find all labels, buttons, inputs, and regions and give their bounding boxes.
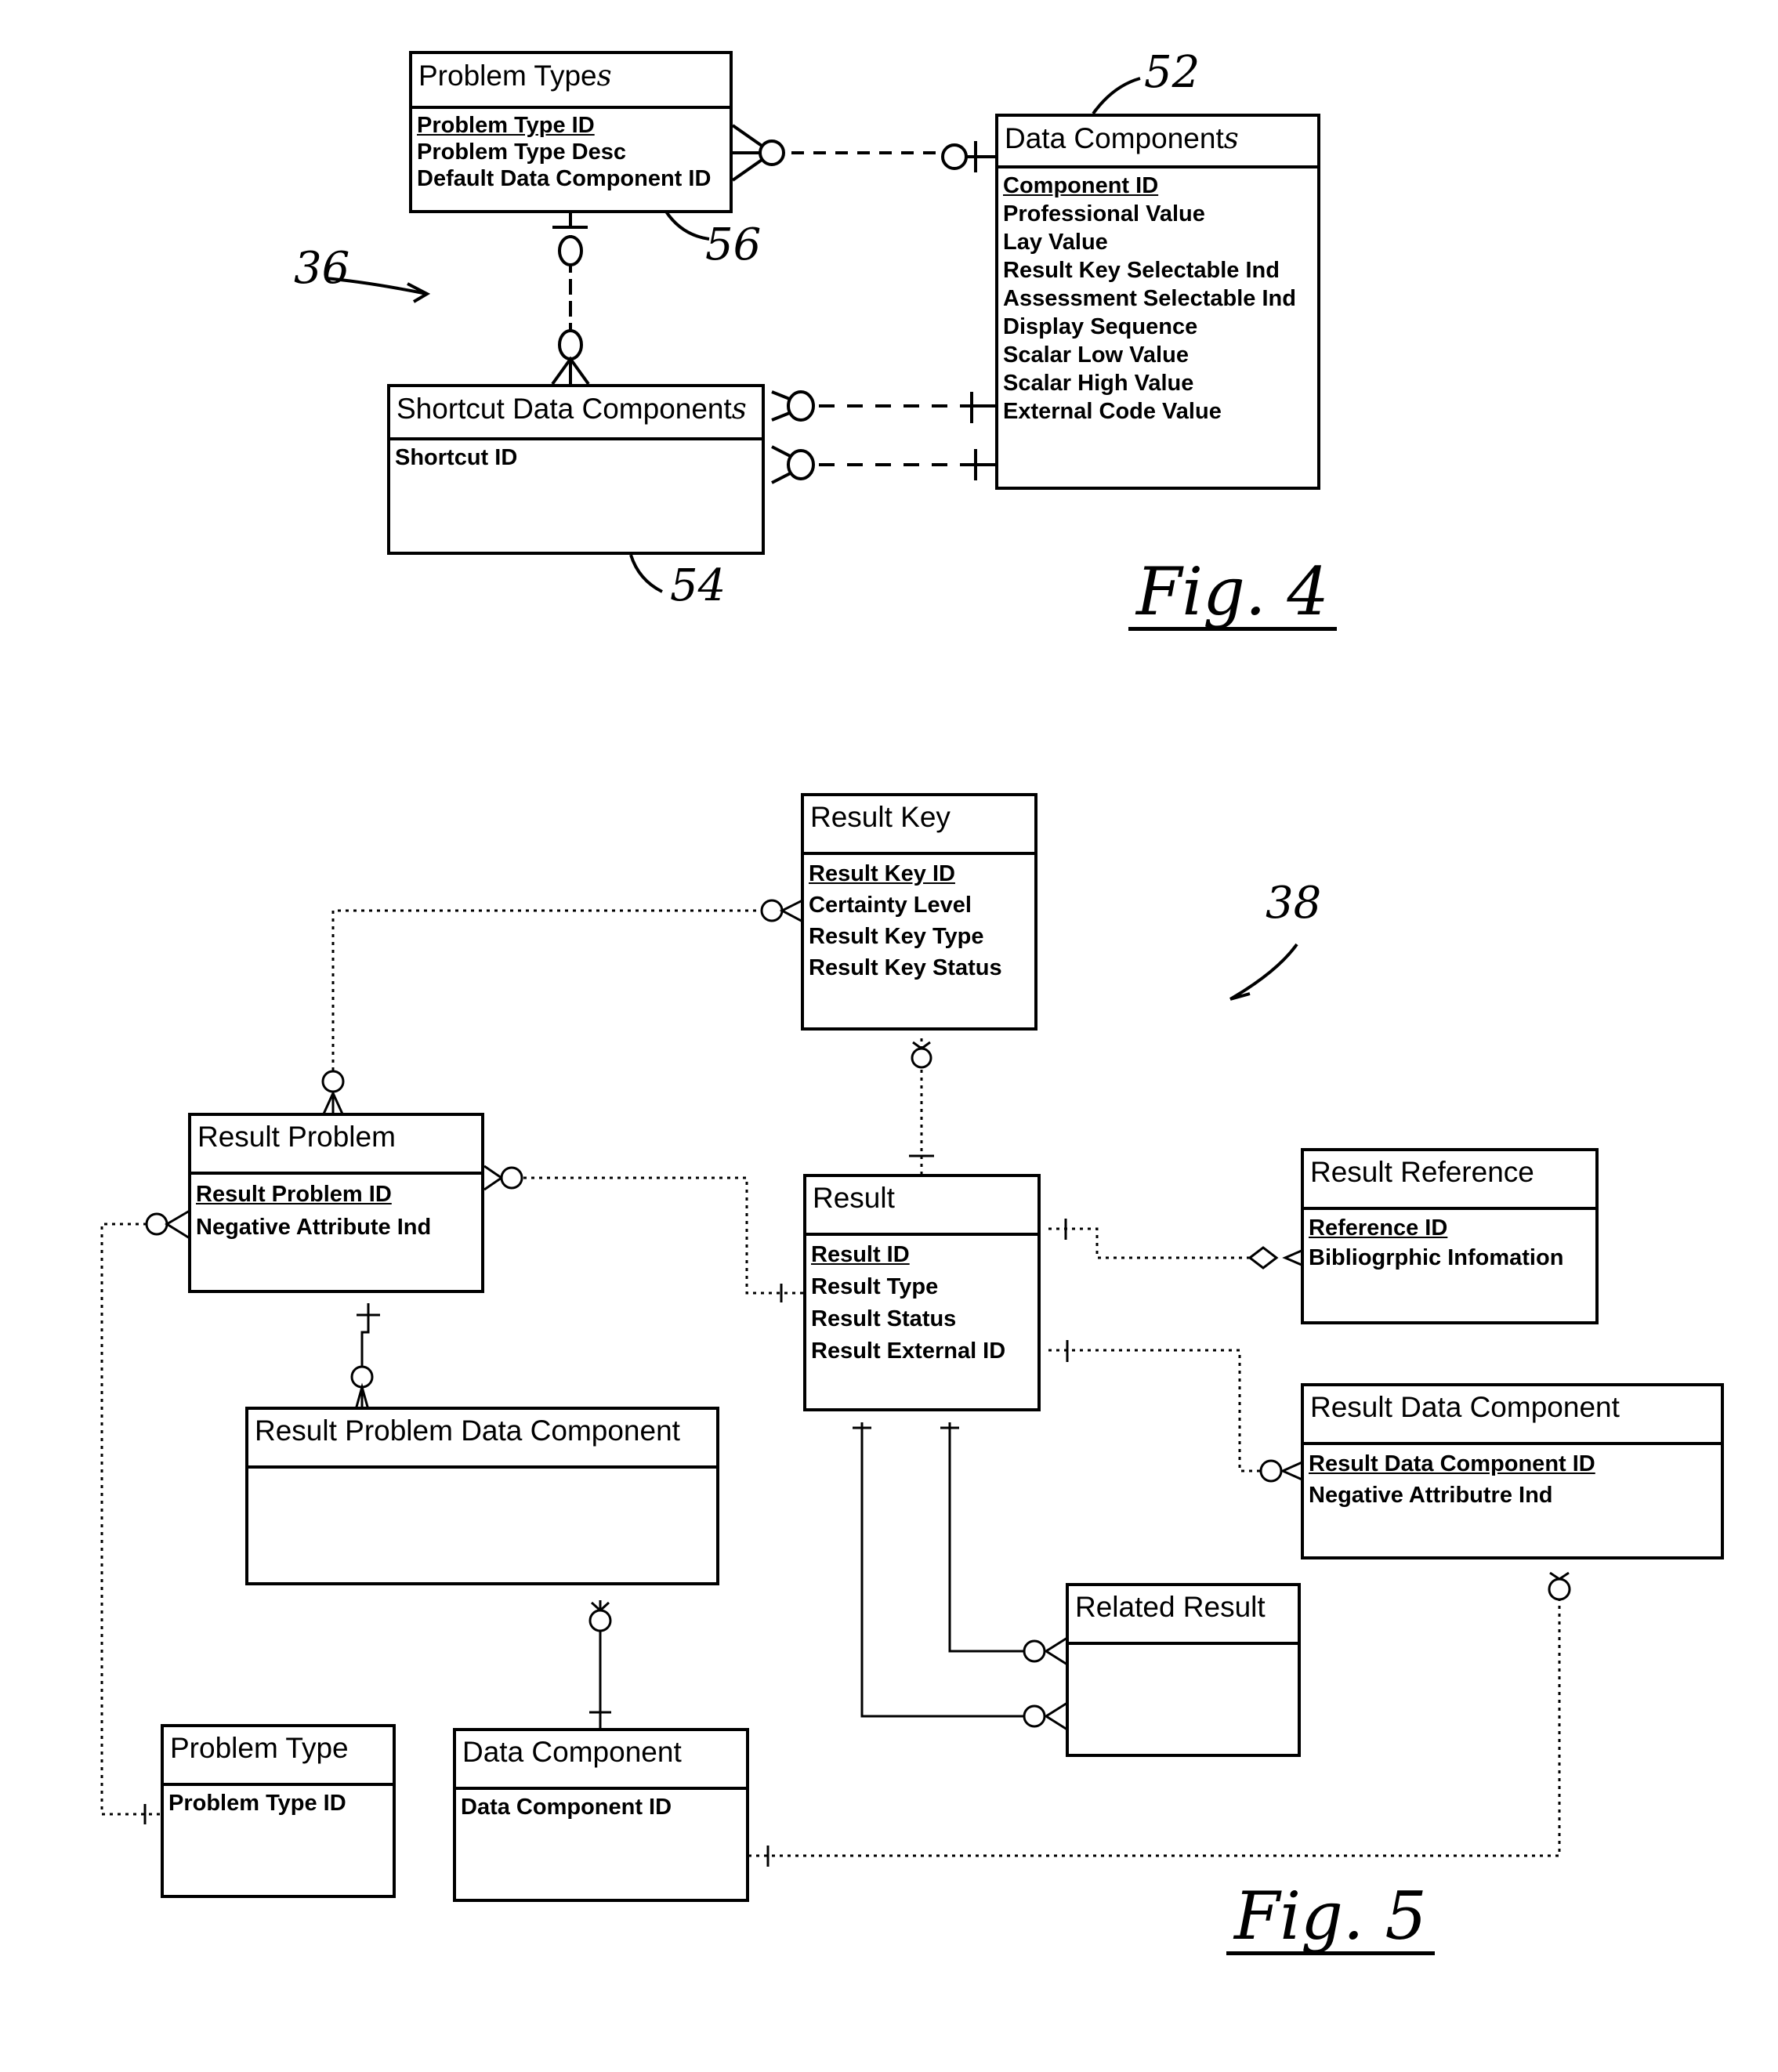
entity-shortcut-data-components: Shortcut Data Components Shortcut ID: [387, 384, 765, 555]
entity-attribute: Negative Attributre Ind: [1309, 1483, 1553, 1508]
entity-attribute-pk: Result Key ID: [809, 861, 955, 886]
optional-circle-icon: [558, 235, 583, 266]
entity-attribute: Lay Value: [1003, 230, 1108, 255]
entity-attribute: Result Key Status: [809, 955, 1002, 980]
entity-title: Result Data Component: [1304, 1386, 1721, 1445]
entity-attribute: Result Key Selectable Ind: [1003, 258, 1280, 283]
entity-attribute: External Code Value: [1003, 399, 1222, 424]
entity-title: Result: [806, 1177, 1037, 1236]
entity-attribute: Bibliogrphic Infomation: [1309, 1245, 1564, 1270]
entity-attribute: Result Type: [811, 1274, 939, 1299]
rel-result-resultreference: [1048, 1227, 1250, 1259]
ref-number-56: 56: [705, 219, 762, 270]
ref-number-38: 38: [1266, 878, 1322, 929]
entity-attribute: Scalar Low Value: [1003, 342, 1189, 368]
entity-title: Problem Type: [164, 1727, 393, 1786]
rel-resultproblem-rpdc: [360, 1303, 370, 1367]
ref-number-52: 52: [1144, 47, 1200, 98]
entity-title: Result Problem Data Component: [248, 1410, 716, 1469]
entity-attribute: Result External ID: [811, 1338, 1006, 1364]
entity-title: Data Components: [998, 117, 1317, 168]
rel-problemtype-resultproblem: [100, 1223, 161, 1816]
entity-title: Result Reference: [1304, 1151, 1595, 1210]
entity-problem-type: Problem Type Problem Type ID: [161, 1724, 396, 1898]
rel-result-relatedresult-2: [948, 1422, 1028, 1653]
rel-result-relatedresult-1: [860, 1422, 1028, 1718]
entity-attribute: Result Key Type: [809, 924, 984, 949]
leader-52: [1092, 77, 1141, 115]
entity-title: Related Result: [1069, 1586, 1298, 1645]
entity-result-problem-data-component: Result Problem Data Component: [245, 1407, 719, 1585]
entity-related-result: Related Result: [1066, 1583, 1301, 1757]
entity-attribute: Professional Value: [1003, 201, 1205, 226]
entity-attribute: Certainty Level: [809, 893, 972, 918]
entity-attribute: Assessment Selectable Ind: [1003, 286, 1296, 311]
entity-result-reference: Result Reference Reference ID Bibliogrph…: [1301, 1148, 1599, 1324]
optional-circle-icon: [787, 449, 815, 480]
leader-54: [629, 554, 663, 593]
figure-label-4: Fig. 4: [1128, 556, 1337, 631]
entity-attribute: Shortcut ID: [395, 445, 518, 470]
entity-attribute: Display Sequence: [1003, 314, 1198, 339]
entity-data-components: Data Components Component ID Professiona…: [995, 114, 1320, 490]
optional-circle-icon: [558, 329, 583, 360]
entity-data-component: Data Component Data Component ID: [453, 1728, 749, 1902]
ref-number-36: 36: [294, 243, 350, 294]
entity-attribute: Problem Type ID: [168, 1791, 346, 1816]
entity-attribute: Problem Type Desc: [417, 139, 627, 165]
entity-attribute-pk: Result Problem ID: [196, 1182, 392, 1207]
entity-attribute-pk: Reference ID: [1309, 1215, 1448, 1241]
entity-result: Result Result ID Result Type Result Stat…: [803, 1174, 1041, 1411]
entity-attribute: Result Status: [811, 1306, 957, 1331]
entity-problem-types: Problem Types Problem Type ID Problem Ty…: [409, 51, 733, 213]
optional-circle-icon: [787, 390, 815, 422]
entity-attribute-pk: Result Data Component ID: [1309, 1451, 1595, 1476]
entity-attribute: Negative Attribute Ind: [196, 1215, 432, 1240]
figure-label-5: Fig. 5: [1226, 1881, 1435, 1955]
entity-result-data-component: Result Data Component Result Data Compon…: [1301, 1383, 1724, 1559]
entity-attribute: Data Component ID: [461, 1795, 672, 1820]
rel-result-resultdatacomponent: [1048, 1349, 1262, 1472]
entity-title: Problem Types: [412, 54, 730, 109]
entity-attribute: Default Data Component ID: [417, 166, 712, 191]
optional-circle-icon: [941, 143, 968, 170]
rel-resultkey-resultproblem: [331, 909, 756, 1072]
optional-circle-icon: [759, 139, 785, 166]
entity-result-key: Result Key Result Key ID Certainty Level…: [801, 793, 1037, 1031]
crowsfoot-icon: [551, 356, 590, 386]
ref-number-54: 54: [670, 560, 726, 611]
entity-title: Shortcut Data Components: [390, 387, 762, 440]
entity-result-problem: Result Problem Result Problem ID Negativ…: [188, 1113, 484, 1293]
entity-title: Result Problem: [191, 1116, 481, 1175]
entity-attribute-pk: Result ID: [811, 1242, 910, 1267]
entity-attribute-pk: Problem Type ID: [417, 113, 595, 138]
entity-title: Result Key: [804, 796, 1034, 855]
entity-attribute: Scalar High Value: [1003, 371, 1194, 396]
entity-attribute-pk: Component ID: [1003, 173, 1159, 198]
entity-title: Data Component: [456, 1731, 746, 1790]
rel-resultproblem-result: [523, 1176, 812, 1295]
leader-56: [664, 210, 710, 241]
